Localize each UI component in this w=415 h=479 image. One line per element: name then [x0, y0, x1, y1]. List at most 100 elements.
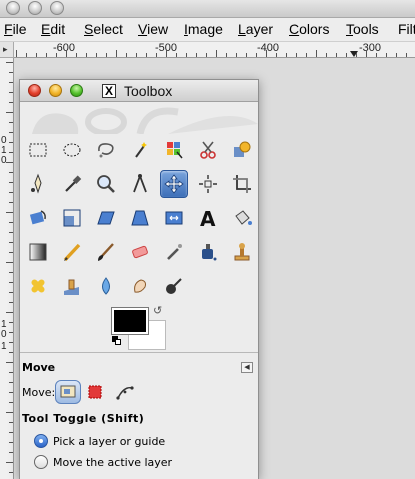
tool-color-picker-button[interactable]: [58, 170, 86, 198]
perspective-clone-icon: [64, 279, 79, 295]
tool-perspective-clone-button[interactable]: [58, 272, 86, 300]
tool-blur-sharpen-button[interactable]: [92, 272, 120, 300]
top-window-strip: [0, 0, 415, 18]
close-button[interactable]: [28, 84, 41, 97]
ruler-tick: [106, 53, 107, 57]
tool-free-select-button[interactable]: [92, 136, 120, 164]
menu-layer[interactable]: Layer: [238, 21, 273, 37]
tool-dodge-burn-button[interactable]: [160, 272, 188, 300]
dodge-burn-icon: [166, 278, 182, 294]
ruler-tick: [36, 53, 37, 57]
tool-options-title: Move: [22, 361, 56, 374]
tool-zoom-button[interactable]: [92, 170, 120, 198]
menu-view[interactable]: View: [138, 21, 168, 37]
menu-edit[interactable]: Edit: [41, 21, 65, 37]
tool-ellipse-select-button[interactable]: [58, 136, 86, 164]
magnifier-icon: [97, 175, 115, 193]
tool-pencil-button[interactable]: [58, 238, 86, 266]
radio-pick-layer[interactable]: Pick a layer or guide: [34, 434, 165, 448]
ruler-tick: [366, 50, 367, 57]
ruler-tick: [9, 392, 13, 393]
paintbrush-icon: [98, 243, 114, 261]
radio-move-active-layer[interactable]: Move the active layer: [34, 455, 172, 469]
tool-text-button[interactable]: A: [194, 204, 222, 232]
swap-colors-icon[interactable]: ↺: [153, 304, 162, 317]
tool-rotate-button[interactable]: [24, 204, 52, 232]
tool-scale-button[interactable]: [58, 204, 86, 232]
tool-align-button[interactable]: [194, 170, 222, 198]
tool-rect-select-button[interactable]: [24, 136, 52, 164]
menu-filters[interactable]: Filt: [398, 21, 415, 37]
vertical-ruler[interactable]: 0 1 0 1 0 1: [0, 58, 14, 479]
tool-select-by-color-button[interactable]: [160, 136, 188, 164]
toolbox-titlebar[interactable]: X Toolbox: [20, 80, 258, 102]
move-mode-label: Move:: [22, 386, 56, 399]
eyedropper-icon: [65, 175, 82, 192]
move-layer-mode-button[interactable]: [55, 380, 81, 404]
menu-select[interactable]: Select: [84, 21, 123, 37]
tool-paintbrush-button[interactable]: [92, 238, 120, 266]
ruler-tick: [166, 50, 167, 57]
tool-paths-button[interactable]: [24, 170, 52, 198]
tool-bucket-fill-button[interactable]: [228, 204, 256, 232]
ruler-corner-button[interactable]: ▸: [0, 42, 14, 58]
ruler-tick: [9, 252, 13, 253]
menu-tools[interactable]: Tools: [346, 21, 379, 37]
tool-smudge-button[interactable]: [126, 272, 154, 300]
text-icon: A: [200, 207, 216, 229]
tool-measure-button[interactable]: [126, 170, 154, 198]
tool-ink-button[interactable]: [194, 238, 222, 266]
ruler-tick: [286, 53, 287, 57]
compass-icon: [133, 174, 147, 193]
radio-button[interactable]: [34, 455, 48, 469]
rect-select-icon: [29, 143, 47, 157]
ruler-tick: [46, 53, 47, 57]
tool-perspective-button[interactable]: [126, 204, 154, 232]
minimize-button[interactable]: [49, 84, 62, 97]
menu-image[interactable]: Image: [184, 21, 223, 37]
tool-scissors-select-button[interactable]: [194, 136, 222, 164]
move-selection-mode-button[interactable]: [82, 380, 108, 404]
foreground-color-swatch[interactable]: [111, 307, 149, 335]
tool-clone-button[interactable]: [228, 238, 256, 266]
window-button-icon[interactable]: [6, 1, 20, 15]
tool-foreground-select-button[interactable]: [228, 136, 256, 164]
ruler-tick: [316, 50, 317, 57]
ruler-tick: [9, 352, 13, 353]
tool-shear-button[interactable]: [92, 204, 120, 232]
ruler-tick: [146, 53, 147, 57]
gradient-icon: [29, 243, 47, 261]
horizontal-ruler[interactable]: -600 -500 -400 -300: [14, 42, 415, 58]
lasso-icon: [98, 143, 114, 158]
tool-flip-button[interactable]: [160, 204, 188, 232]
zoom-button[interactable]: [70, 84, 83, 97]
ruler-tick: [9, 202, 13, 203]
menu-colors[interactable]: Colors: [289, 21, 329, 37]
tool-blend-button[interactable]: [24, 238, 52, 266]
tool-fuzzy-select-button[interactable]: [126, 136, 154, 164]
magic-wand-icon: [135, 142, 147, 158]
svg-text:A: A: [200, 207, 216, 229]
radio-button[interactable]: [34, 434, 48, 448]
wilber-drop-zone-icon[interactable]: [28, 104, 258, 134]
ruler-tick: [9, 72, 13, 73]
tool-airbrush-button[interactable]: [160, 238, 188, 266]
ruler-tick: [9, 82, 13, 83]
menubar: File Edit Select View Image Layer Colors…: [0, 18, 415, 42]
tool-eraser-button[interactable]: [126, 238, 154, 266]
ruler-tick: [226, 53, 227, 57]
panel-menu-button[interactable]: ◀: [241, 362, 253, 373]
tool-crop-button[interactable]: [228, 170, 256, 198]
ruler-tick: [376, 53, 377, 57]
flip-icon: [165, 211, 183, 225]
ruler-tick: [6, 212, 13, 213]
window-button-icon[interactable]: [50, 1, 64, 15]
ruler-tick: [406, 53, 407, 57]
tool-heal-button[interactable]: [24, 272, 52, 300]
tool-move-button[interactable]: [160, 170, 188, 198]
menu-file[interactable]: File: [4, 21, 27, 37]
window-button-icon[interactable]: [28, 1, 42, 15]
ruler-tick: [9, 452, 13, 453]
move-path-mode-button[interactable]: [112, 380, 138, 404]
reset-colors-icon[interactable]: [112, 336, 122, 346]
